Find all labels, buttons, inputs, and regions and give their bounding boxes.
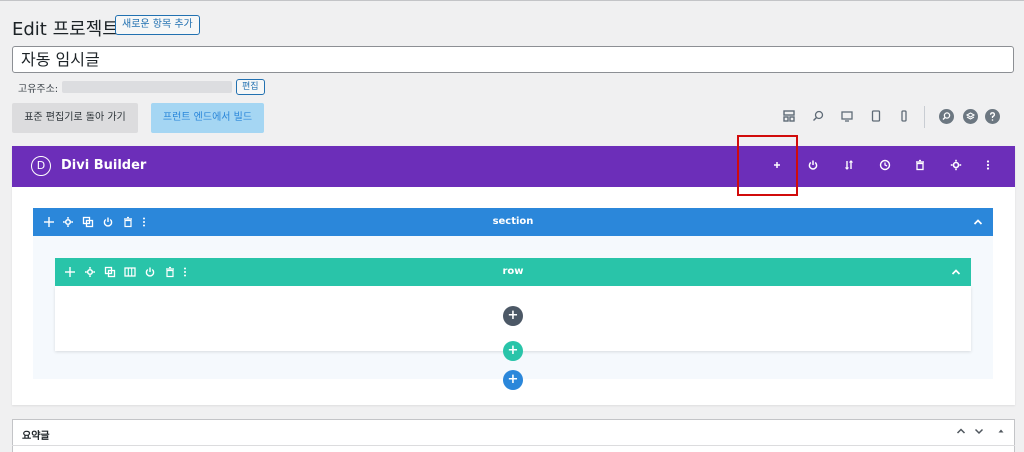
help-icon[interactable] bbox=[985, 109, 1000, 124]
divi-builder-header bbox=[12, 146, 1015, 187]
add-module-button[interactable]: + bbox=[503, 306, 523, 326]
trash-icon[interactable] bbox=[164, 266, 176, 278]
post-title-input[interactable]: 자동 임시글 bbox=[12, 46, 1014, 73]
desktop-icon[interactable] bbox=[840, 110, 854, 124]
page-title: Edit 프로젝트 bbox=[12, 19, 119, 40]
more-icon[interactable] bbox=[138, 216, 150, 228]
tablet-icon[interactable] bbox=[869, 110, 883, 124]
frontend-builder-button[interactable]: 프런트 엔드에서 빌드 bbox=[151, 103, 264, 133]
add-row-button[interactable]: + bbox=[503, 341, 523, 361]
toolbar-separator bbox=[924, 106, 925, 128]
highlight-box bbox=[737, 135, 798, 196]
power-icon[interactable] bbox=[144, 266, 156, 278]
power-icon[interactable] bbox=[102, 216, 114, 228]
layers-icon[interactable] bbox=[963, 109, 978, 124]
power-icon[interactable] bbox=[805, 159, 821, 175]
excerpt-divider bbox=[12, 445, 1015, 446]
divi-logo: D bbox=[31, 156, 51, 176]
more-icon[interactable] bbox=[980, 159, 996, 175]
toggle-panel-icon[interactable] bbox=[994, 425, 1008, 439]
add-section-button[interactable]: + bbox=[503, 370, 523, 390]
add-new-button[interactable]: 새로운 항목 추가 bbox=[115, 15, 200, 35]
gear-icon[interactable] bbox=[948, 159, 964, 175]
divi-builder-title: Divi Builder bbox=[61, 158, 147, 173]
collapse-icon[interactable] bbox=[950, 266, 962, 278]
gear-icon[interactable] bbox=[84, 266, 96, 278]
duplicate-icon[interactable] bbox=[82, 216, 94, 228]
move-icon[interactable] bbox=[64, 266, 76, 278]
chevron-down-icon[interactable] bbox=[972, 425, 986, 439]
top-border bbox=[0, 0, 1024, 1]
gear-icon[interactable] bbox=[62, 216, 74, 228]
trash-icon[interactable] bbox=[122, 216, 134, 228]
excerpt-title: 요약글 bbox=[22, 431, 50, 442]
more-icon[interactable] bbox=[179, 266, 191, 278]
move-icon[interactable] bbox=[43, 216, 55, 228]
phone-icon[interactable] bbox=[897, 110, 911, 124]
collapse-icon[interactable] bbox=[972, 216, 984, 228]
excerpt-box bbox=[12, 419, 1015, 452]
wireframe-icon[interactable] bbox=[782, 110, 796, 124]
section-label: section bbox=[492, 216, 534, 227]
columns-icon[interactable] bbox=[124, 266, 136, 278]
sort-icon[interactable] bbox=[841, 159, 857, 175]
zoom-icon[interactable] bbox=[811, 110, 825, 124]
permalink-label: 고유주소: bbox=[18, 84, 59, 95]
duplicate-icon[interactable] bbox=[104, 266, 116, 278]
history-icon[interactable] bbox=[877, 159, 893, 175]
trash-icon[interactable] bbox=[912, 159, 928, 175]
classic-editor-button[interactable]: 표준 편집기로 돌아 가기 bbox=[12, 103, 138, 133]
search-icon[interactable] bbox=[939, 109, 954, 124]
row-label: row bbox=[502, 266, 524, 277]
chevron-up-icon[interactable] bbox=[954, 425, 968, 439]
permalink-edit-button[interactable]: 편집 bbox=[236, 79, 265, 95]
permalink-url[interactable] bbox=[62, 81, 232, 93]
